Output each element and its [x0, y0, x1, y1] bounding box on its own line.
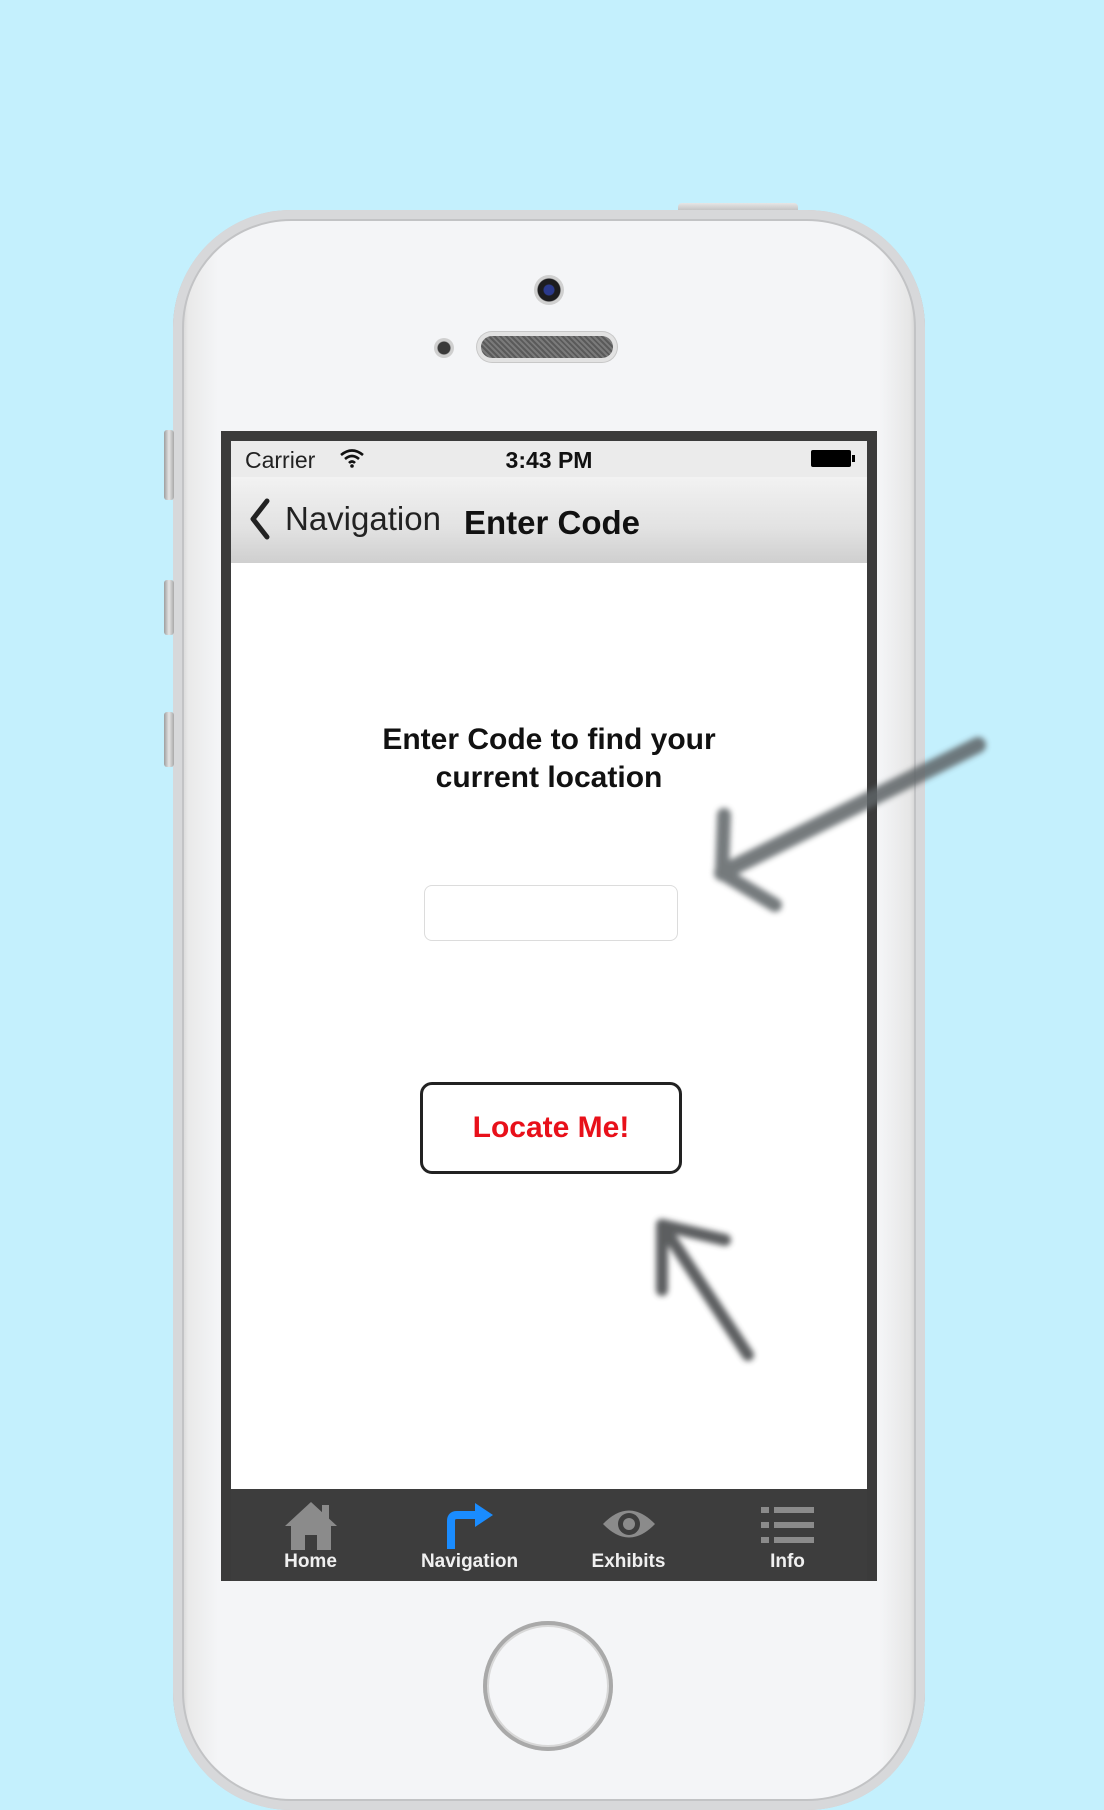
instruction-line-2: current location — [435, 761, 663, 794]
page-title: Enter Code — [464, 504, 641, 541]
back-button-label: Navigation — [285, 500, 441, 537]
front-camera — [534, 275, 564, 305]
tab-navigation-label: Navigation — [420, 1551, 519, 1572]
app-view: Carrier 3:43 PM Navigation Enter Code En… — [231, 441, 867, 1581]
tab-navigation[interactable]: Navigation — [390, 1489, 549, 1581]
locate-me-button[interactable]: Locate Me! — [420, 1082, 682, 1174]
chevron-left-icon — [250, 498, 270, 540]
eye-icon — [602, 1510, 655, 1538]
instruction-line-1: Enter Code to find your — [382, 723, 716, 756]
proximity-sensor — [434, 338, 454, 358]
tab-home[interactable]: Home — [231, 1489, 390, 1581]
battery-icon — [811, 450, 855, 467]
home-button[interactable] — [483, 1621, 613, 1751]
list-icon — [760, 1507, 814, 1543]
tab-bar: Home Navigation Exhibits Info — [231, 1489, 867, 1581]
phone-screen: Carrier 3:43 PM Navigation Enter Code En… — [221, 431, 877, 1581]
instruction-text: Enter Code to find your current location — [231, 721, 867, 797]
tab-exhibits[interactable]: Exhibits — [549, 1489, 708, 1581]
code-input[interactable] — [424, 885, 678, 941]
tab-info[interactable]: Info — [708, 1489, 867, 1581]
turn-right-arrow-icon — [446, 1503, 493, 1549]
home-icon — [284, 1502, 337, 1550]
status-time: 3:43 PM — [505, 447, 593, 473]
volume-up-button — [164, 580, 174, 635]
mute-switch — [164, 430, 174, 500]
status-bar: Carrier 3:43 PM — [231, 441, 867, 477]
volume-down-button — [164, 712, 174, 767]
navigation-bar: Navigation Enter Code — [231, 477, 867, 563]
tab-home-label: Home — [284, 1551, 337, 1572]
earpiece-speaker — [481, 336, 613, 358]
tab-exhibits-label: Exhibits — [591, 1551, 666, 1572]
back-button[interactable]: Navigation — [245, 495, 441, 543]
tab-info-label: Info — [770, 1551, 805, 1572]
